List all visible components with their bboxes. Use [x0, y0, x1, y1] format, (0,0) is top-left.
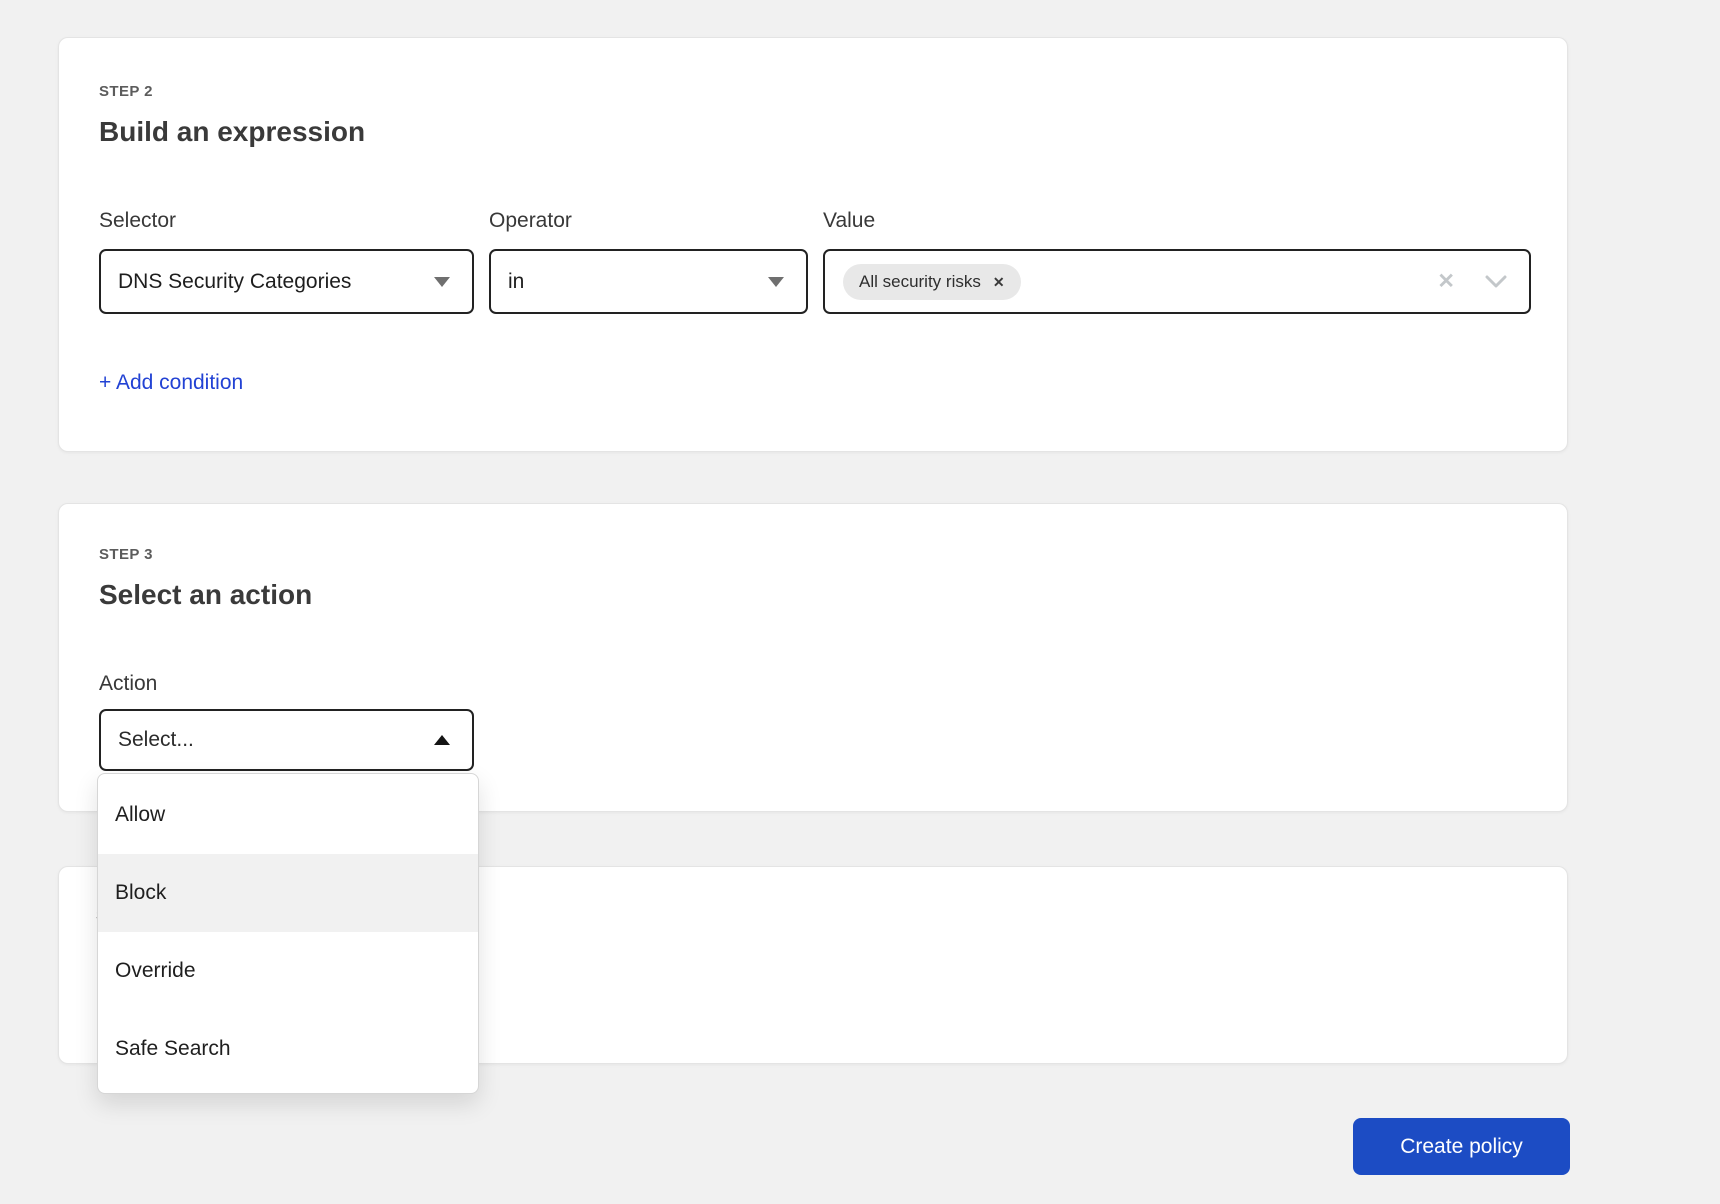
action-select[interactable]: Select... — [99, 709, 474, 771]
value-label: Value — [823, 209, 876, 232]
step3-title: Select an action — [99, 579, 313, 610]
policy-builder-page: STEP 2 Build an expression Selector Oper… — [0, 0, 1720, 1204]
step3-card: STEP 3 Select an action Action Select... — [58, 503, 1568, 812]
action-option-safe-search[interactable]: Safe Search — [98, 1010, 478, 1088]
operator-dropdown[interactable]: in — [489, 249, 808, 314]
value-tag: All security risks ✕ — [843, 263, 1021, 300]
value-tag-label: All security risks — [859, 271, 981, 291]
chevron-down-icon — [434, 276, 450, 287]
operator-label: Operator — [489, 209, 572, 232]
clear-value-icon[interactable]: ✕ — [1437, 271, 1455, 292]
step3-label: STEP 3 — [99, 546, 153, 563]
chevron-up-icon — [434, 735, 450, 745]
create-policy-button[interactable]: Create policy — [1353, 1118, 1570, 1175]
chevron-down-icon[interactable] — [1485, 275, 1507, 288]
step2-card: STEP 2 Build an expression Selector Oper… — [58, 37, 1568, 452]
action-option-block[interactable]: Block — [98, 854, 478, 932]
step2-title: Build an expression — [99, 116, 366, 147]
chevron-down-icon — [768, 276, 784, 287]
value-multiselect[interactable]: All security risks ✕ ✕ — [823, 249, 1531, 314]
selector-dropdown[interactable]: DNS Security Categories — [99, 249, 474, 314]
operator-value: in — [508, 269, 525, 293]
action-dropdown-menu: Allow Block Override Safe Search — [97, 773, 479, 1094]
action-label: Action — [99, 672, 158, 695]
action-option-allow[interactable]: Allow — [98, 776, 478, 854]
add-condition-link[interactable]: + Add condition — [99, 371, 243, 395]
step2-label: STEP 2 — [99, 83, 153, 100]
selector-label: Selector — [99, 209, 177, 232]
action-option-override[interactable]: Override — [98, 932, 478, 1010]
action-select-placeholder: Select... — [118, 728, 194, 751]
remove-tag-icon[interactable]: ✕ — [993, 275, 1005, 289]
selector-value: DNS Security Categories — [118, 269, 352, 293]
